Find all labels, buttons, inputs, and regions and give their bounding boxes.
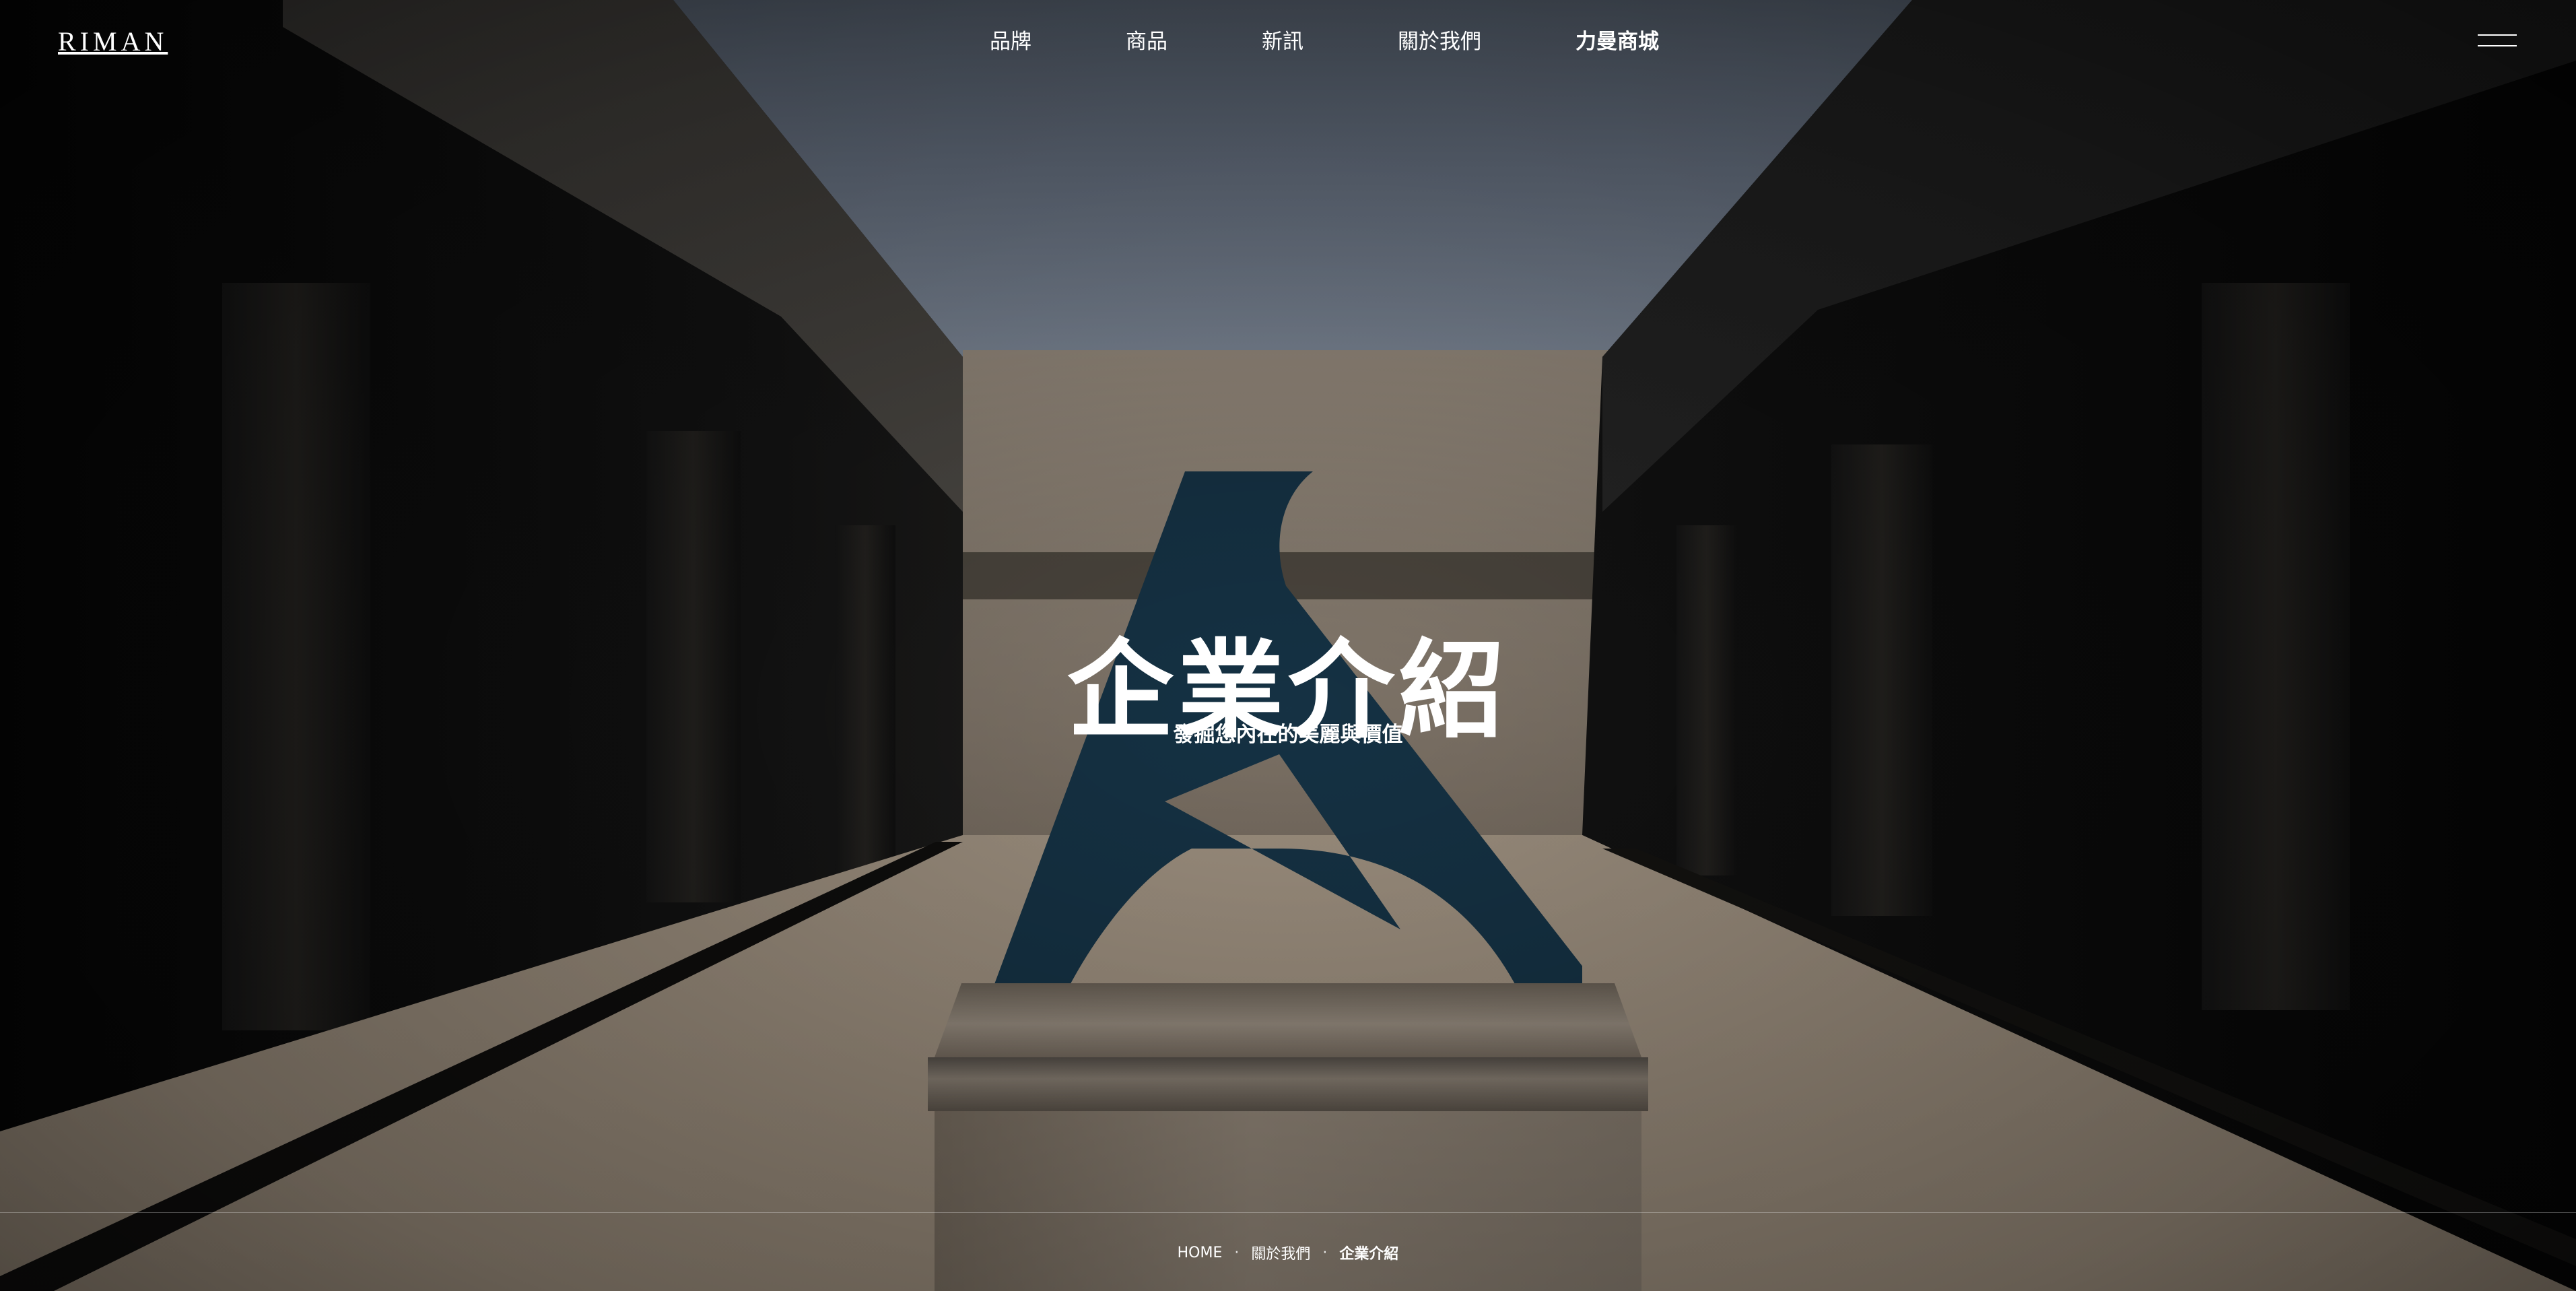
nav-item-news[interactable]: 新訊 (1262, 26, 1303, 58)
nav-item-riman-mall[interactable]: 力曼商城 (1575, 26, 1659, 58)
breadcrumb-divider (0, 1212, 2576, 1213)
breadcrumb-about-us[interactable]: 關於我們 (1251, 1242, 1310, 1263)
nav-item-products[interactable]: 商品 (1126, 26, 1167, 58)
nav-item-about-us[interactable]: 關於我們 (1398, 26, 1481, 58)
main-nav: 品牌 商品 新訊 關於我們 力曼商城 (990, 26, 1659, 58)
menu-bar (2478, 34, 2517, 36)
breadcrumb-separator: · (1234, 1244, 1240, 1261)
page: RIMAN 品牌 商品 新訊 關於我們 力曼商城 企業介紹 發掘您內在的美麗與價… (0, 0, 2576, 1291)
page-subtitle: 發掘您內在的美麗與價值 (1173, 723, 1403, 747)
riman-logo[interactable]: RIMAN (58, 26, 168, 57)
breadcrumb: HOME · 關於我們 · 企業介紹 (0, 1239, 2576, 1266)
menu-bar (2478, 45, 2517, 46)
nav-item-brand[interactable]: 品牌 (990, 26, 1031, 58)
breadcrumb-current: 企業介紹 (1339, 1246, 1399, 1263)
breadcrumb-home[interactable]: HOME (1178, 1245, 1223, 1261)
breadcrumb-separator: · (1322, 1244, 1328, 1261)
site-header: RIMAN 品牌 商品 新訊 關於我們 力曼商城 (0, 0, 2576, 84)
hamburger-menu-icon[interactable] (2478, 30, 2517, 52)
